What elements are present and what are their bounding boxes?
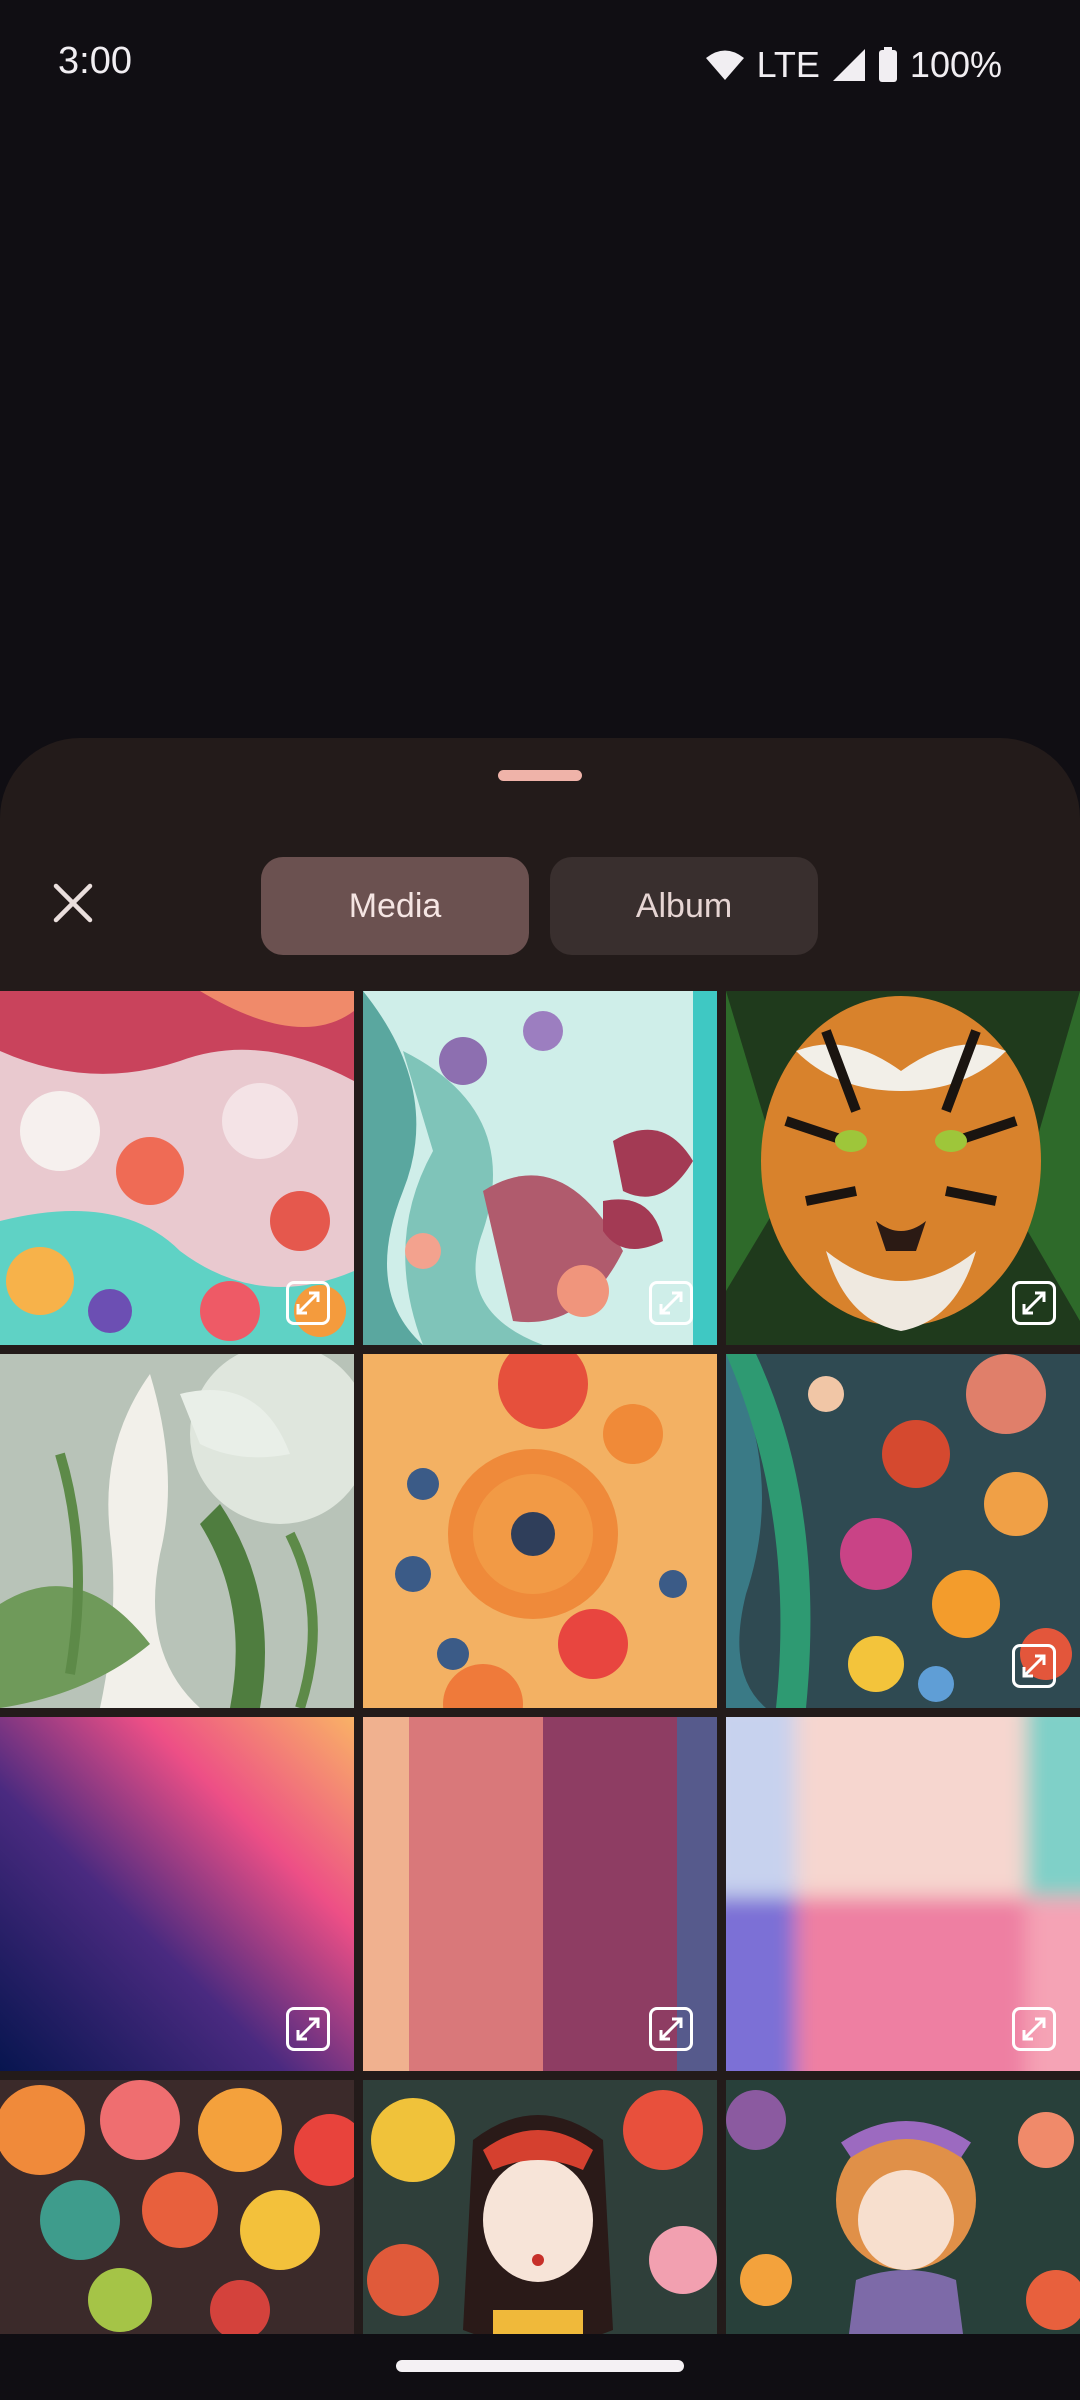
network-type: LTE xyxy=(756,44,820,85)
media-picker-sheet: Media Album xyxy=(0,738,1080,2400)
media-item-fairy[interactable] xyxy=(0,1354,354,1708)
drag-handle[interactable] xyxy=(498,770,582,781)
media-item-candy-landscape[interactable] xyxy=(0,991,354,1345)
media-item-stripes-peach-rose[interactable] xyxy=(363,1717,717,2071)
wifi-icon xyxy=(705,49,745,81)
navigation-bar xyxy=(0,2334,1080,2400)
status-bar: 3:00 LTE 100% xyxy=(0,0,1080,130)
expand-icon[interactable] xyxy=(1012,1644,1056,1688)
cell-signal-icon xyxy=(832,48,866,82)
status-time: 3:00 xyxy=(58,40,132,82)
media-item-blurred-blocks[interactable] xyxy=(726,1717,1080,2071)
battery-icon xyxy=(878,47,898,83)
media-item-paper-butterflies[interactable] xyxy=(363,991,717,1345)
close-icon xyxy=(53,883,93,923)
expand-icon[interactable] xyxy=(1012,1281,1056,1325)
tab-album[interactable]: Album xyxy=(550,857,818,955)
expand-icon[interactable] xyxy=(286,1281,330,1325)
media-item-tiger[interactable] xyxy=(726,991,1080,1345)
media-item-paper-poppies[interactable] xyxy=(363,1354,717,1708)
expand-icon[interactable] xyxy=(649,1281,693,1325)
tab-bar: Media Album xyxy=(261,857,818,955)
media-item-paper-flowers-wave[interactable] xyxy=(726,1354,1080,1708)
battery-percent: 100% xyxy=(909,44,1002,85)
media-item-gradient-pink-blue[interactable] xyxy=(0,1717,354,2071)
close-button[interactable] xyxy=(38,868,108,938)
status-icons: LTE 100% xyxy=(705,40,1002,90)
expand-icon[interactable] xyxy=(1012,2007,1056,2051)
home-gesture-handle[interactable] xyxy=(396,2360,684,2372)
tab-media[interactable]: Media xyxy=(261,857,529,955)
expand-icon[interactable] xyxy=(649,2007,693,2051)
expand-icon[interactable] xyxy=(286,2007,330,2051)
